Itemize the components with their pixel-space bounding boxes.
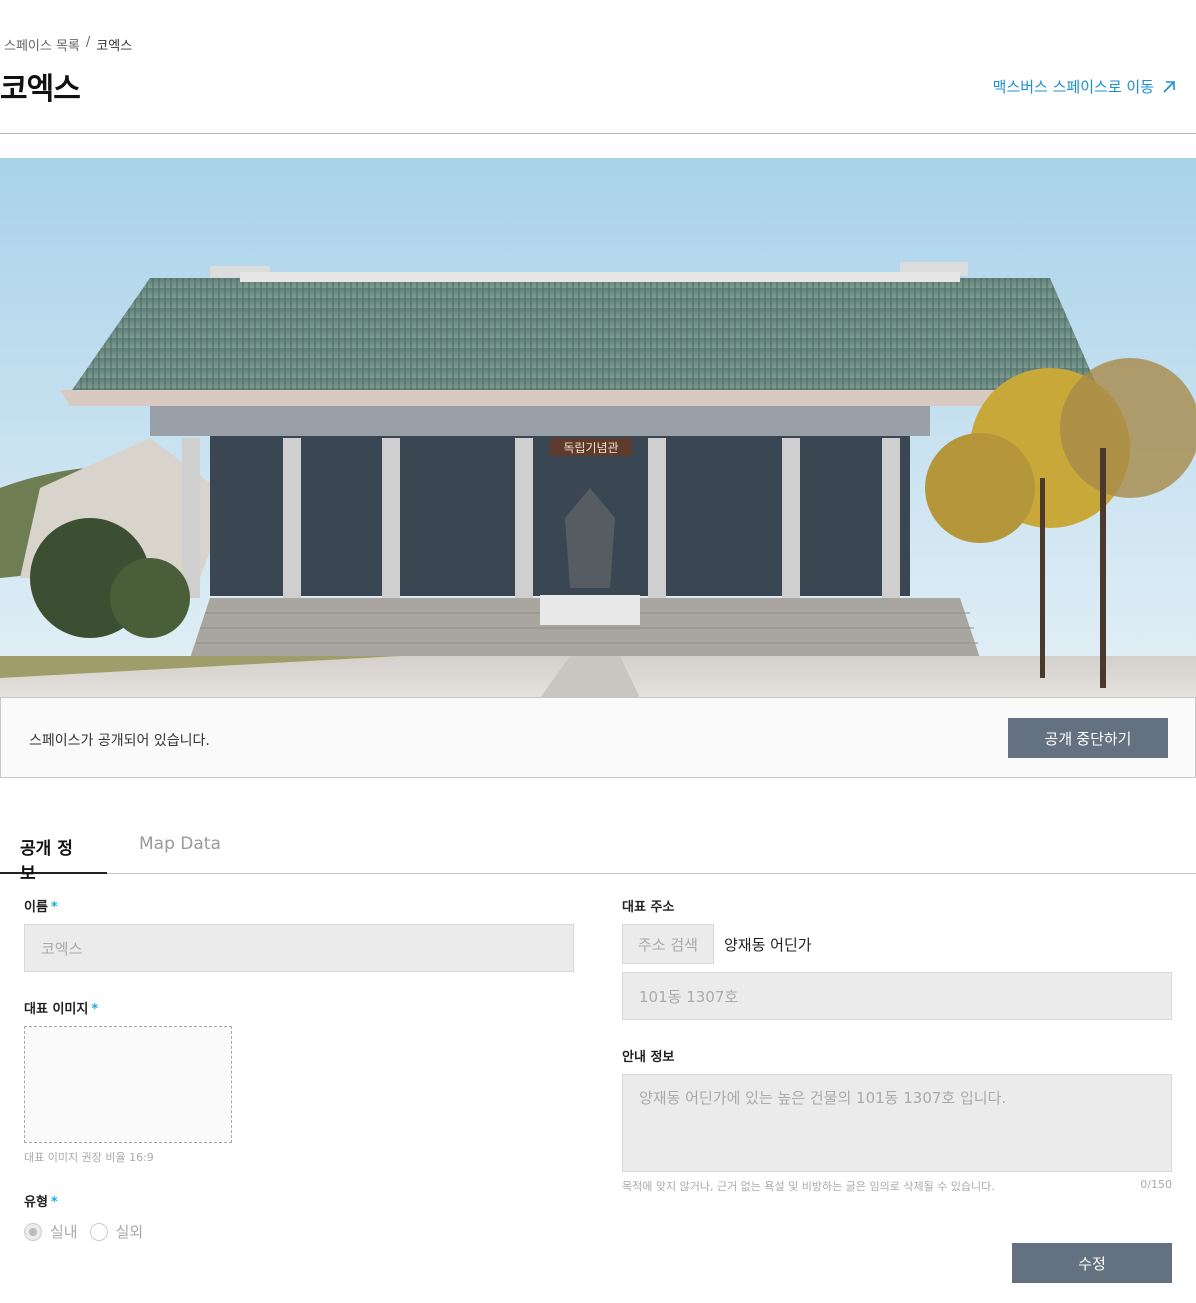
stop-publish-button[interactable]: 공개 중단하기 <box>1008 718 1168 758</box>
name-field-value: 코엑스 <box>41 939 83 958</box>
required-mark: * <box>91 1002 99 1017</box>
name-label-text: 이름 <box>24 900 48 915</box>
publish-status-bar: 스페이스가 공개되어 있습니다. 공개 중단하기 <box>0 697 1196 778</box>
address-detail-field[interactable]: 101동 1307호 <box>622 972 1172 1020</box>
radio-outdoor[interactable]: 실외 <box>89 1221 144 1242</box>
type-label: 유형 * <box>24 1191 58 1210</box>
image-label-text: 대표 이미지 <box>24 1002 89 1017</box>
arrow-up-right-icon <box>1163 80 1175 93</box>
type-radio-group: 실내 실외 <box>24 1221 143 1242</box>
address-detail-value: 101동 1307호 <box>639 987 739 1006</box>
type-label-text: 유형 <box>24 1195 48 1210</box>
address-label: 대표 주소 <box>622 900 675 915</box>
image-ratio-hint: 대표 이미지 권장 비율 16:9 <box>24 1151 154 1164</box>
metaverse-link-label: 맥스버스 스페이스로 이동 <box>992 78 1154 96</box>
radio-indoor-label: 실내 <box>50 1223 78 1241</box>
page-title: 코엑스 <box>0 72 81 107</box>
guide-textarea-value: 양재동 어딘가에 있는 높은 건물의 101동 1307호 입니다. <box>639 1089 1007 1107</box>
name-label: 이름 * <box>24 896 58 915</box>
required-mark: * <box>50 900 58 915</box>
edit-button[interactable]: 수정 <box>1012 1243 1172 1283</box>
guide-char-counter: 0/150 <box>1140 1178 1172 1191</box>
radio-indoor[interactable]: 실내 <box>24 1221 78 1242</box>
breadcrumb-separator: / <box>85 35 91 50</box>
radio-outdoor-label: 실외 <box>115 1223 144 1241</box>
name-field[interactable]: 코엑스 <box>24 924 574 972</box>
breadcrumb-current: 코엑스 <box>96 39 133 54</box>
address-search-button[interactable]: 주소 검색 <box>622 924 714 964</box>
tab-map-data[interactable]: Map Data <box>119 834 241 874</box>
image-label: 대표 이미지 * <box>24 998 98 1017</box>
hero-sign-text: 독립기념관 <box>563 441 618 455</box>
tab-bar: 공개 정보 Map Data <box>0 818 1196 884</box>
metaverse-space-link[interactable]: 맥스버스 스페이스로 이동 <box>993 76 1176 97</box>
space-cover-image: 독립기념관 <box>0 158 1196 698</box>
radio-indoor-circle[interactable] <box>24 1222 42 1241</box>
required-mark: * <box>50 1195 58 1210</box>
guide-notice: 목적에 맞지 않거나, 근거 없는 욕설 및 비방하는 글은 임의로 삭제될 수… <box>622 1180 995 1193</box>
tab-public-info[interactable]: 공개 정보 <box>0 834 107 884</box>
image-upload-box[interactable] <box>24 1026 232 1143</box>
address-value: 양재동 어딘가 <box>724 936 812 954</box>
guide-label: 안내 정보 <box>622 1050 675 1065</box>
breadcrumb-parent[interactable]: 스페이스 목록 <box>4 35 80 54</box>
guide-textarea[interactable]: 양재동 어딘가에 있는 높은 건물의 101동 1307호 입니다. <box>622 1074 1172 1172</box>
header-divider <box>0 133 1196 134</box>
breadcrumb: 스페이스 목록 / 코엑스 <box>4 35 132 54</box>
radio-outdoor-circle[interactable] <box>89 1222 108 1241</box>
publish-status-text: 스페이스가 공개되어 있습니다. <box>29 733 210 749</box>
